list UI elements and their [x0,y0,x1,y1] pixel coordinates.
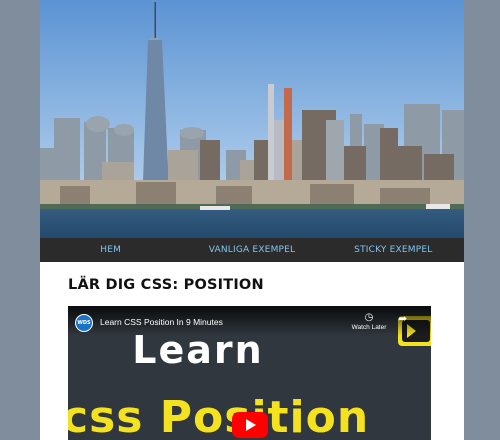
youtube-video-embed[interactable]: Learn css Position WDS Learn CSS Positio… [68,306,431,440]
nav-item-sticky-exempel[interactable]: STICKY EXEMPEL [323,245,464,255]
play-icon[interactable] [232,412,268,438]
hero-skyline-image [40,0,464,238]
clock-icon: ◷ [364,312,374,323]
nav-item-vanliga-exempel[interactable]: VANLIGA EXEMPEL [181,245,322,255]
nav-item-hem[interactable]: HEM [40,245,181,255]
page-container: HEM VANLIGA EXEMPEL STICKY EXEMPEL LÄR D… [40,0,464,440]
video-title[interactable]: Learn CSS Position In 9 Minutes [100,317,223,327]
channel-logo[interactable]: WDS [75,314,93,332]
watch-later-button[interactable]: ◷ Watch Later [350,312,388,331]
main-nav: HEM VANLIGA EXEMPEL STICKY EXEMPEL [40,238,464,262]
share-icon[interactable]: ➦ [398,312,407,325]
page-title: LÄR DIG CSS: POSITION [68,277,264,293]
thumbnail-text-css-position: css Position [68,392,370,440]
watch-later-label: Watch Later [351,324,387,331]
